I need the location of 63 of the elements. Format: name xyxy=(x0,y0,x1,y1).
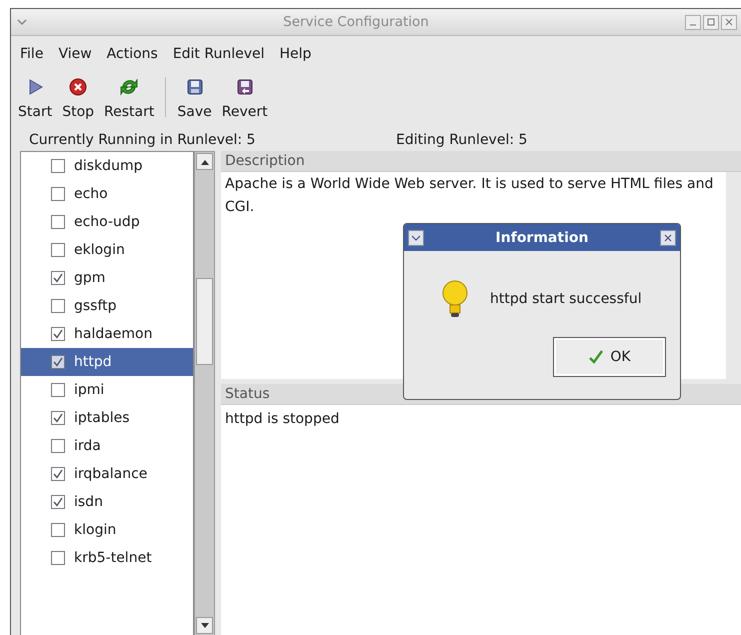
service-item[interactable]: iptables xyxy=(21,404,193,432)
scroll-down-icon[interactable] xyxy=(200,622,208,628)
lightbulb-icon xyxy=(442,279,468,319)
floppy-undo-icon xyxy=(234,77,255,97)
service-item[interactable]: eklogin xyxy=(21,236,193,264)
toolbar-button[interactable]: Start xyxy=(13,75,58,122)
service-item[interactable]: httpd xyxy=(21,348,193,376)
description-header: Description xyxy=(221,151,741,172)
checkbox[interactable] xyxy=(51,243,65,257)
checkmark-icon xyxy=(588,349,604,365)
toolbar-button[interactable]: Save xyxy=(172,75,217,122)
service-item[interactable]: ipmi xyxy=(21,376,193,404)
service-item[interactable]: gssftp xyxy=(21,292,193,320)
scrollbar[interactable] xyxy=(194,151,215,635)
checkbox[interactable] xyxy=(51,467,65,481)
toolbar-button[interactable]: Stop xyxy=(57,75,100,122)
menu-item[interactable]: Help xyxy=(280,46,312,62)
floppy-icon xyxy=(184,77,205,97)
status-text: httpd is stopped xyxy=(225,411,340,427)
checkbox[interactable] xyxy=(51,271,65,285)
checkbox[interactable] xyxy=(51,383,65,397)
scroll-up-icon[interactable] xyxy=(200,158,208,164)
service-item[interactable]: gpm xyxy=(21,264,193,292)
checkbox[interactable] xyxy=(51,299,65,313)
menu-item[interactable]: Edit Runlevel xyxy=(172,46,265,62)
checkbox[interactable] xyxy=(51,159,65,173)
recycle-icon xyxy=(119,77,140,97)
checkbox[interactable] xyxy=(51,495,65,509)
menu-item[interactable]: File xyxy=(20,46,44,62)
service-item[interactable]: haldaemon xyxy=(21,320,193,348)
service-item[interactable]: isdn xyxy=(21,488,193,516)
service-item[interactable]: irqbalance xyxy=(21,460,193,488)
service-item[interactable]: klogin xyxy=(21,516,193,544)
running-runlevel-label: Currently Running in Runlevel: 5 xyxy=(29,132,256,148)
service-item[interactable]: irda xyxy=(21,432,193,460)
menu-item[interactable]: Actions xyxy=(106,46,158,62)
window-title: Service Configuration xyxy=(282,14,430,30)
checkbox[interactable] xyxy=(51,439,65,453)
dialog-menu-button[interactable] xyxy=(408,230,424,246)
dialog-message: httpd start successful xyxy=(490,291,642,307)
dialog-title: Information xyxy=(496,230,588,246)
service-item[interactable]: echo-udp xyxy=(21,208,193,236)
service-item[interactable]: diskdump xyxy=(21,152,193,180)
toolbar-button[interactable]: Revert xyxy=(216,75,273,122)
dialog-close-button[interactable] xyxy=(660,230,676,246)
checkbox[interactable] xyxy=(51,187,65,201)
service-item[interactable]: krb5-telnet xyxy=(21,544,193,572)
editing-runlevel-label: Editing Runlevel: 5 xyxy=(396,132,528,148)
minimize-button[interactable] xyxy=(685,14,701,30)
checkbox[interactable] xyxy=(51,327,65,341)
stop-icon xyxy=(68,77,88,97)
close-button[interactable] xyxy=(721,14,737,30)
maximize-button[interactable] xyxy=(703,14,719,30)
service-item[interactable]: echo xyxy=(21,180,193,208)
scroll-thumb[interactable] xyxy=(196,278,213,365)
toolbar-button[interactable]: Restart xyxy=(99,75,160,122)
checkbox[interactable] xyxy=(51,411,65,425)
checkbox[interactable] xyxy=(51,215,65,229)
menu-item[interactable]: View xyxy=(58,46,92,62)
checkbox[interactable] xyxy=(51,355,65,369)
checkbox[interactable] xyxy=(51,551,65,565)
ok-button[interactable]: OK xyxy=(553,337,666,377)
checkbox[interactable] xyxy=(51,523,65,537)
